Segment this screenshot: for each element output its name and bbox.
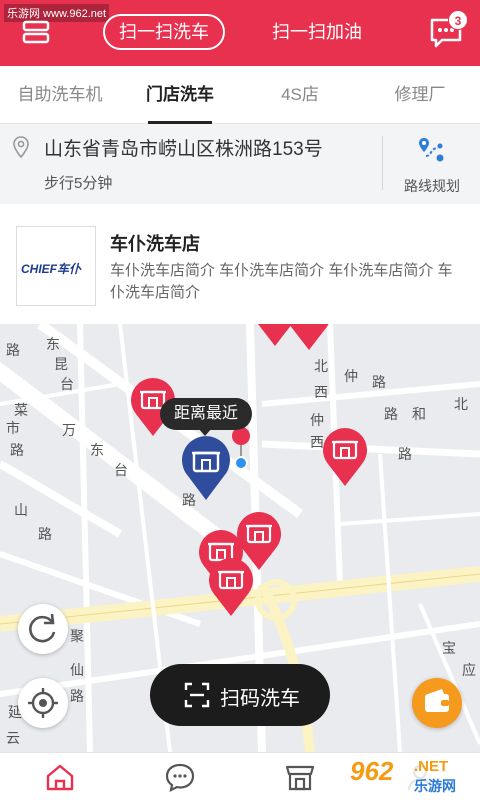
map-street-glyph: 路 xyxy=(6,343,20,359)
walk-time: 步行5分钟 xyxy=(44,175,113,192)
tab-repair-shop[interactable]: 修理厂 xyxy=(360,66,480,124)
store-description: 车仆洗车店简介 车仆洗车店简介 车仆洗车店简介 车仆洗车店简介 xyxy=(110,262,453,301)
map-street-glyph: 云 xyxy=(6,731,20,747)
map-street-glyph: 菜 xyxy=(14,403,28,419)
tab-4s-store[interactable]: 4S店 xyxy=(240,66,360,124)
store-marker-icon[interactable] xyxy=(206,556,256,618)
store-card[interactable]: CHIEF车仆 车仆洗车店 车仆洗车店简介 车仆洗车店简介 车仆洗车店简介 车仆… xyxy=(0,204,480,324)
store-logo: CHIEF车仆 xyxy=(16,226,96,306)
map-street-glyph: 山 xyxy=(14,503,28,519)
location-pin-icon xyxy=(13,136,29,158)
message-count-badge: 3 xyxy=(448,10,468,30)
map-street-glyph: 西 xyxy=(314,385,328,401)
scan-icon xyxy=(184,682,210,708)
home-icon[interactable] xyxy=(44,761,76,793)
map-street-glyph: 东 xyxy=(90,443,104,459)
map-street-glyph: 东 xyxy=(46,337,60,353)
map-street-glyph: 北 xyxy=(314,359,328,375)
brand-watermark-number: 962 xyxy=(350,756,394,786)
selected-store-marker-icon[interactable] xyxy=(180,436,232,502)
refresh-icon xyxy=(29,613,56,643)
address-bar: 山东省青岛市崂山区株洲路153号 步行5分钟 路线规划 xyxy=(0,124,480,204)
divider xyxy=(382,136,383,190)
map-street-glyph: 仲 xyxy=(344,369,358,385)
store-name: 车仆洗车店 xyxy=(110,234,200,254)
map-street-glyph: 路 xyxy=(384,407,398,423)
map-street-glyph: 路 xyxy=(10,443,24,459)
route-plan-icon[interactable] xyxy=(416,134,446,164)
brand-watermark: 962 .NET 乐游网 xyxy=(344,754,478,798)
map-street-glyph: 路 xyxy=(70,689,84,705)
map-street-glyph: 万 xyxy=(62,423,76,439)
route-plan-label[interactable]: 路线规划 xyxy=(396,176,468,196)
chat-icon[interactable] xyxy=(164,761,196,793)
map-street-glyph: 昆 xyxy=(54,357,68,373)
menu-icon[interactable] xyxy=(20,16,52,48)
map-street-glyph: 路 xyxy=(372,375,386,391)
scan-code-wash-button[interactable]: 扫码洗车 xyxy=(150,664,330,726)
map-street-glyph: 市 xyxy=(6,421,20,437)
locate-me-button[interactable] xyxy=(18,678,68,728)
brand-watermark-name: 乐游网 xyxy=(414,778,456,794)
map-street-glyph: 宝 xyxy=(442,641,456,657)
map-street-glyph: 路 xyxy=(38,527,52,543)
address-text: 山东省青岛市崂山区株洲路153号 xyxy=(44,139,323,160)
map-street-glyph: 台 xyxy=(60,377,74,393)
current-location-icon xyxy=(232,427,250,470)
map-street-glyph: 应 xyxy=(462,663,476,679)
store-logo-text: CHIEF车仆 xyxy=(21,262,82,276)
map-street-glyph: 仙 xyxy=(70,663,84,679)
scan-fuel-button[interactable]: 扫一扫加油 xyxy=(258,14,376,50)
store-marker-icon[interactable] xyxy=(284,324,334,352)
tooltip-tail xyxy=(198,428,212,436)
store-marker-icon[interactable] xyxy=(320,426,370,488)
brand-watermark-net: .NET xyxy=(414,758,449,775)
map-street-glyph: 聚 xyxy=(70,629,84,645)
scan-code-wash-label: 扫码洗车 xyxy=(220,688,300,710)
scan-wash-button[interactable]: 扫一扫洗车 xyxy=(103,14,225,50)
map-street-glyph: 和 xyxy=(412,407,426,423)
top-header: 乐游网 www.962.net 扫一扫洗车 扫一扫加油 3 xyxy=(0,0,480,66)
tab-self-service-wash[interactable]: 自助洗车机 xyxy=(0,66,120,124)
refresh-button[interactable] xyxy=(18,604,68,654)
map-street-glyph: 路 xyxy=(398,447,412,463)
map-street-glyph: 台 xyxy=(114,463,128,479)
crosshair-icon xyxy=(28,688,58,718)
wallet-icon xyxy=(425,689,449,712)
category-tabs: 自助洗车机 门店洗车 4S店 修理厂 xyxy=(0,66,480,124)
nearest-tooltip: 距离最近 xyxy=(160,398,252,430)
tab-store-wash[interactable]: 门店洗车 xyxy=(120,66,240,124)
wallet-button[interactable] xyxy=(412,678,462,728)
store-icon[interactable] xyxy=(284,761,316,793)
map-street-glyph: 北 xyxy=(454,397,468,413)
